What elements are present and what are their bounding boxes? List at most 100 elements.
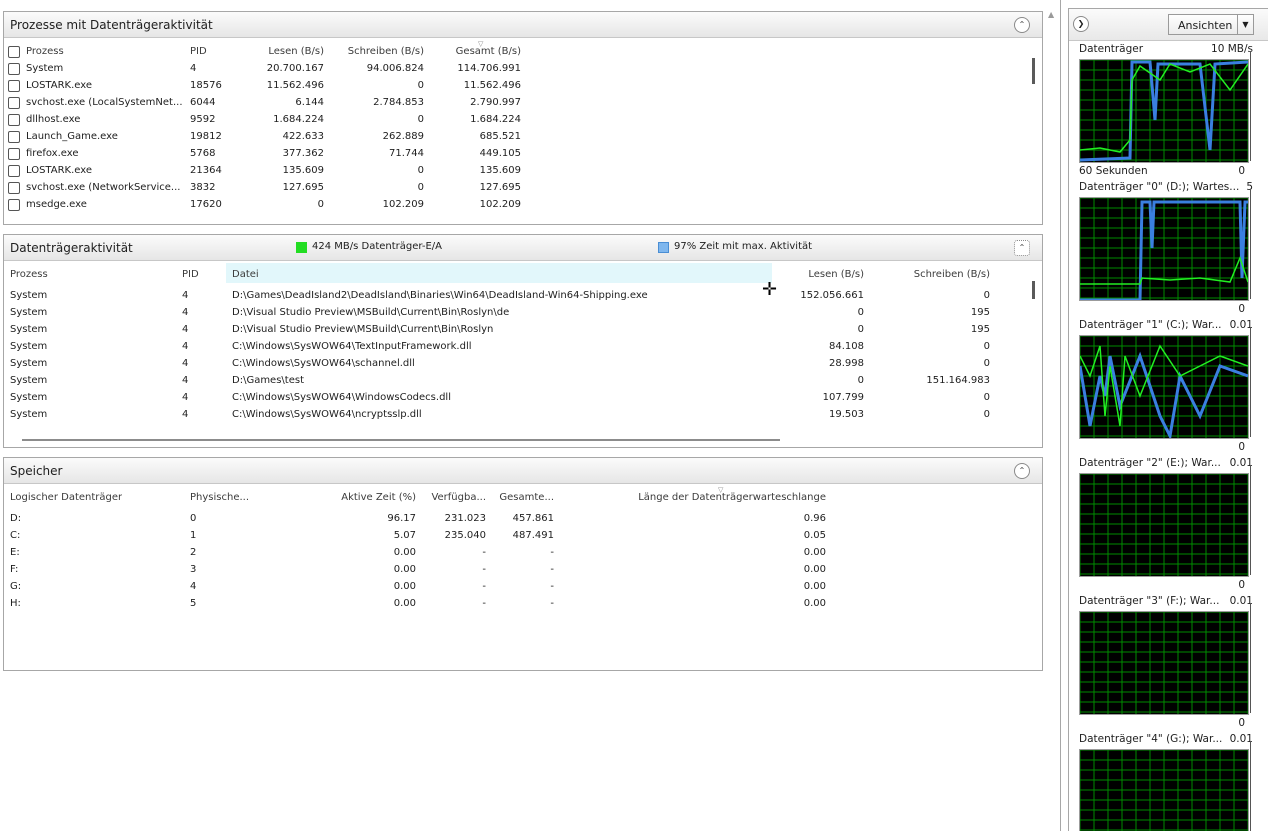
activity-process: System <box>10 307 48 318</box>
table-row[interactable]: System 4 D:\Games\DeadIsland2\DeadIsland\B… <box>4 288 1034 305</box>
table-row[interactable]: dllhost.exe 9592 1.684.224 0 1.684.224 <box>4 112 1034 129</box>
process-read: 11.562.496 <box>266 80 324 91</box>
row-checkbox[interactable] <box>8 148 20 160</box>
col-prozess[interactable]: Prozess <box>26 46 64 57</box>
graph-plot <box>1080 198 1248 300</box>
col-physische[interactable]: Physische... <box>190 492 249 503</box>
process-name: svchost.exe (LocalSystemNet... <box>26 97 183 108</box>
graph-min-value: 0 <box>1238 441 1245 453</box>
splitter[interactable] <box>1060 0 1061 831</box>
col-warteschlange[interactable]: Länge der Datenträgerwarteschlange <box>564 492 826 503</box>
col-lesen[interactable]: Lesen (B/s) <box>244 46 324 57</box>
disk-graph[interactable]: Datenträger "4" (G:); War... 0.01 <box>1079 733 1259 831</box>
storage-table: Logischer Datenträger Physische... Aktiv… <box>4 486 1042 672</box>
table-row[interactable]: G: 4 0.00 - - 0.00 <box>4 579 1034 596</box>
storage-queue-length: 0.00 <box>803 581 826 592</box>
col-verfuegbar[interactable]: Verfügba... <box>416 492 486 503</box>
col-datei[interactable]: Datei <box>232 269 259 280</box>
table-row[interactable]: H: 5 0.00 - - 0.00 <box>4 596 1034 613</box>
table-row[interactable]: System 4 20.700.167 94.006.824 114.706.991 <box>4 61 1034 78</box>
chevron-right-icon[interactable]: ❯ <box>1073 16 1089 32</box>
graph-scale-tick <box>1250 327 1251 437</box>
disk-graph[interactable]: Datenträger "0" (D:); Wartes... 5 0 <box>1079 181 1259 319</box>
col-lesen[interactable]: Lesen (B/s) <box>764 269 864 280</box>
table-row[interactable]: svchost.exe (NetworkService... 3832 127.69… <box>4 180 1034 197</box>
processes-panel-header[interactable]: Prozesse mit Datenträgeraktivität ⌃ <box>4 12 1042 38</box>
chevron-up-icon[interactable]: ⌃ <box>1014 463 1030 479</box>
col-gesamt[interactable]: Gesamt (B/s) <box>424 46 521 57</box>
process-write: 0 <box>417 114 424 125</box>
disk-graph[interactable]: Datenträger "2" (E:); War... 0.01 0 <box>1079 457 1259 595</box>
table-row[interactable]: System 4 C:\Windows\SysWOW64\TextInputFram… <box>4 339 1034 356</box>
table-row[interactable]: System 4 D:\Visual Studio Preview\MSBuild\… <box>4 322 1034 339</box>
col-gesamt[interactable]: Gesamte... <box>486 492 554 503</box>
table-row[interactable]: System 4 C:\Windows\SysWOW64\WindowsCodecs… <box>4 390 1034 407</box>
table-row[interactable]: System 4 C:\Windows\SysWOW64\schannel.dll 2… <box>4 356 1034 373</box>
storage-physical: 2 <box>190 547 197 558</box>
process-pid: 18576 <box>190 80 222 91</box>
process-name: firefox.exe <box>26 148 79 159</box>
processes-panel-title: Prozesse mit Datenträgeraktivität <box>10 18 213 32</box>
graphs-sidebar-header: ❯ Ansichten ▼ <box>1069 9 1268 41</box>
table-row[interactable]: System 4 C:\Windows\SysWOW64\ncryptsslp.dl… <box>4 407 1034 424</box>
graph-min-value: 0 <box>1238 579 1245 591</box>
row-checkbox[interactable] <box>8 182 20 194</box>
process-write: 71.744 <box>389 148 424 159</box>
graphs-sidebar: ❯ Ansichten ▼ Datenträger 10 MB/s 60 Sekun… <box>1068 8 1268 831</box>
process-read: 20.700.167 <box>266 63 324 74</box>
table-row[interactable]: F: 3 0.00 - - 0.00 <box>4 562 1034 579</box>
table-row[interactable]: LOSTARK.exe 21364 135.609 0 135.609 <box>4 163 1034 180</box>
table-row[interactable]: firefox.exe 5768 377.362 71.744 449.105 <box>4 146 1034 163</box>
col-aktive-zeit[interactable]: Aktive Zeit (%) <box>320 492 416 503</box>
graph-canvas <box>1079 473 1249 577</box>
vertical-scrollbar[interactable] <box>1032 281 1035 299</box>
col-schreiben[interactable]: Schreiben (B/s) <box>864 269 990 280</box>
activity-file: D:\Visual Studio Preview\MSBuild\Current… <box>232 307 510 318</box>
disk-graph[interactable]: Datenträger "1" (C:); War... 0.01 0 <box>1079 319 1259 457</box>
table-row[interactable]: System 4 D:\Visual Studio Preview\MSBuild\… <box>4 305 1034 322</box>
activity-read: 0 <box>857 307 864 318</box>
graph-scale-tick <box>1250 741 1251 831</box>
table-row[interactable]: D: 0 96.17 231.023 457.861 0.96 <box>4 511 1034 528</box>
disk-activity-panel-header[interactable]: Datenträgeraktivität 424 MB/s Datenträge… <box>4 235 1042 261</box>
table-row[interactable]: Launch_Game.exe 19812 422.633 262.889 685.52… <box>4 129 1034 146</box>
table-row[interactable]: C: 1 5.07 235.040 487.491 0.05 <box>4 528 1034 545</box>
col-pid[interactable]: PID <box>182 269 199 280</box>
activity-file: C:\Windows\SysWOW64\ncryptsslp.dll <box>232 409 422 420</box>
views-button[interactable]: Ansichten ▼ <box>1168 14 1254 35</box>
col-prozess[interactable]: Prozess <box>10 269 48 280</box>
row-checkbox[interactable] <box>8 80 20 92</box>
chevron-up-icon[interactable]: ⌃ <box>1014 240 1030 256</box>
table-row[interactable]: msedge.exe 17620 0 102.209 102.209 <box>4 197 1034 214</box>
col-logischer-datentraeger[interactable]: Logischer Datenträger <box>10 492 122 503</box>
table-row[interactable]: System 4 D:\Games\test 0 151.164.983 <box>4 373 1034 390</box>
vertical-scrollbar[interactable] <box>1032 58 1035 84</box>
caret-down-icon[interactable]: ▼ <box>1237 15 1253 34</box>
col-pid[interactable]: PID <box>190 46 207 57</box>
select-all-checkbox[interactable] <box>8 46 20 58</box>
row-checkbox[interactable] <box>8 199 20 211</box>
storage-total: - <box>550 598 554 609</box>
scroll-up-arrow-icon[interactable]: ▲ <box>1048 10 1054 19</box>
col-schreiben[interactable]: Schreiben (B/s) <box>324 46 424 57</box>
row-checkbox[interactable] <box>8 114 20 126</box>
disk-graph[interactable]: Datenträger 10 MB/s 60 Sekunden 0 <box>1079 43 1259 181</box>
storage-panel-header[interactable]: Speicher ⌃ <box>4 458 1042 484</box>
process-read: 135.609 <box>282 165 324 176</box>
table-row[interactable]: svchost.exe (LocalSystemNet... 6044 6.144 2… <box>4 95 1034 112</box>
activity-process: System <box>10 392 48 403</box>
chevron-up-icon[interactable]: ⌃ <box>1014 17 1030 33</box>
table-row[interactable]: LOSTARK.exe 18576 11.562.496 0 11.562.496 <box>4 78 1034 95</box>
disk-graph[interactable]: Datenträger "3" (F:); War... 0.01 0 <box>1079 595 1259 733</box>
graph-plot <box>1080 612 1248 714</box>
table-row[interactable]: E: 2 0.00 - - 0.00 <box>4 545 1034 562</box>
graph-min-value: 0 <box>1238 303 1245 315</box>
disk-activity-table: Prozess PID Datei Lesen (B/s) Schreiben … <box>4 263 1042 449</box>
row-checkbox[interactable] <box>8 131 20 143</box>
graph-scale-tick <box>1250 603 1251 713</box>
row-checkbox[interactable] <box>8 165 20 177</box>
row-checkbox[interactable] <box>8 63 20 75</box>
storage-available: - <box>482 581 486 592</box>
horizontal-scrollbar[interactable] <box>22 439 780 441</box>
row-checkbox[interactable] <box>8 97 20 109</box>
